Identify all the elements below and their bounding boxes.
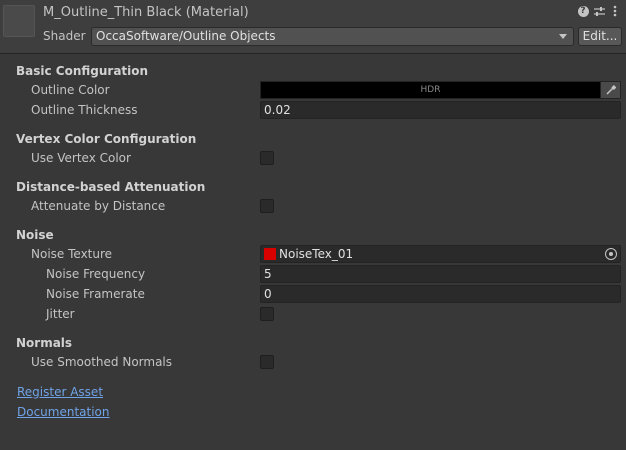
noise-framerate-input[interactable]: 0 — [260, 285, 621, 303]
noise-texture-field[interactable]: NoiseTex_01 — [260, 245, 621, 263]
section-vertex-color: Vertex Color Configuration — [16, 132, 197, 146]
outline-color-label: Outline Color — [31, 83, 110, 97]
presets-icon[interactable] — [593, 4, 605, 18]
chevron-down-icon — [559, 34, 567, 39]
more-menu-icon[interactable] — [609, 4, 621, 18]
object-picker-icon[interactable] — [605, 248, 617, 260]
register-asset-link[interactable]: Register Asset — [17, 385, 103, 399]
material-header: M_Outline_Thin Black (Material) ? Shader… — [0, 0, 626, 54]
outline-color-field[interactable]: HDR — [260, 81, 621, 99]
header-icons: ? — [577, 4, 621, 18]
section-noise: Noise — [16, 228, 54, 242]
attenuate-by-distance-label: Attenuate by Distance — [31, 199, 166, 213]
noise-texture-value: NoiseTex_01 — [279, 247, 354, 261]
use-smoothed-normals-label: Use Smoothed Normals — [31, 355, 173, 369]
noise-texture-label: Noise Texture — [31, 247, 113, 261]
edit-shader-button[interactable]: Edit... — [578, 27, 622, 46]
hdr-tag: HDR — [420, 85, 441, 95]
material-preview-thumbnail[interactable] — [3, 5, 35, 37]
section-normals: Normals — [16, 336, 73, 350]
use-vertex-color-checkbox[interactable] — [260, 151, 274, 165]
use-smoothed-normals-checkbox[interactable] — [260, 355, 274, 369]
texture-thumbnail-icon — [264, 248, 276, 260]
shader-label: Shader — [43, 29, 86, 43]
section-distance-attenuation: Distance-based Attenuation — [16, 180, 206, 194]
outline-color-swatch[interactable]: HDR — [261, 82, 600, 98]
noise-framerate-label: Noise Framerate — [46, 287, 145, 301]
jitter-checkbox[interactable] — [260, 307, 274, 321]
outline-thickness-input[interactable]: 0.02 — [260, 101, 621, 119]
noise-frequency-label: Noise Frequency — [46, 267, 146, 281]
documentation-link[interactable]: Documentation — [17, 405, 110, 419]
jitter-label: Jitter — [46, 307, 75, 321]
shader-dropdown[interactable]: OccaSoftware/Outline Objects — [91, 27, 574, 46]
help-icon[interactable]: ? — [577, 4, 589, 18]
attenuate-by-distance-checkbox[interactable] — [260, 199, 274, 213]
outline-thickness-label: Outline Thickness — [31, 103, 138, 117]
noise-frequency-input[interactable]: 5 — [260, 265, 621, 283]
shader-dropdown-value: OccaSoftware/Outline Objects — [96, 29, 276, 43]
use-vertex-color-label: Use Vertex Color — [31, 151, 131, 165]
material-title: M_Outline_Thin Black (Material) — [43, 5, 249, 20]
section-basic-configuration: Basic Configuration — [16, 64, 149, 78]
eyedropper-icon[interactable] — [600, 82, 620, 98]
